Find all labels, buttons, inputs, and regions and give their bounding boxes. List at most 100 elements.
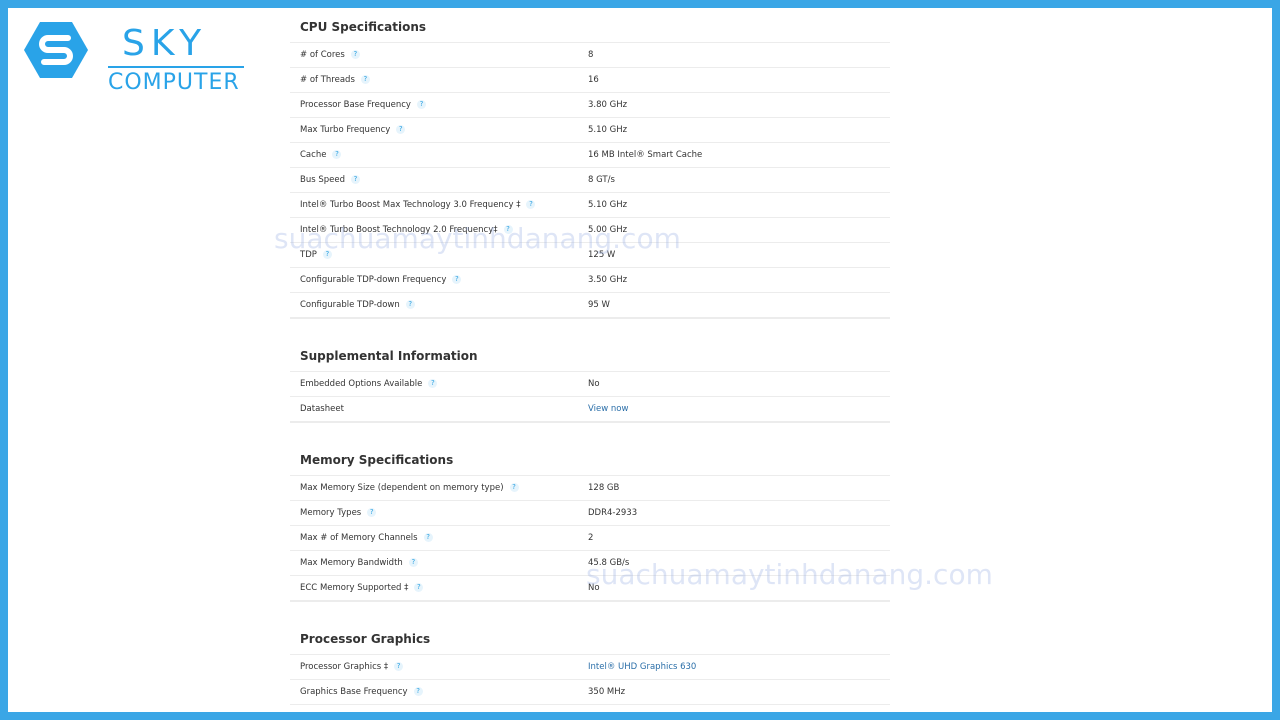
help-icon[interactable]: ? xyxy=(396,125,406,134)
help-icon[interactable]: ? xyxy=(503,225,513,234)
spec-row: Cache? 16 MB Intel® Smart Cache xyxy=(290,142,890,167)
spec-row: TDP? 125 W xyxy=(290,242,890,267)
spec-label: Embedded Options Available? xyxy=(300,379,438,389)
spec-label-text: Embedded Options Available xyxy=(300,379,423,389)
spec-value: 16 MB Intel® Smart Cache xyxy=(588,150,703,160)
help-icon[interactable]: ? xyxy=(322,250,332,259)
spec-row: Max Turbo Frequency? 5.10 GHz xyxy=(290,117,890,142)
spec-row: Max Memory Size (dependent on memory typ… xyxy=(290,475,890,500)
spec-value: 128 GB xyxy=(588,483,620,493)
spec-label: Configurable TDP-down? xyxy=(300,300,415,310)
spec-value: 16 xyxy=(588,75,599,85)
spec-value: No xyxy=(588,379,600,389)
help-icon[interactable]: ? xyxy=(509,483,519,492)
spec-label: Bus Speed? xyxy=(300,175,360,185)
help-icon[interactable]: ? xyxy=(405,300,415,309)
spec-label-text: ECC Memory Supported ‡ xyxy=(300,583,409,593)
logo-word-computer: COMPUTER xyxy=(108,70,240,95)
spec-label: # of Cores? xyxy=(300,50,360,60)
help-icon[interactable]: ? xyxy=(416,100,426,109)
spec-row: Processor Base Frequency? 3.80 GHz xyxy=(290,92,890,117)
spec-value: 125 W xyxy=(588,250,616,260)
spec-value: 350 MHz xyxy=(588,687,626,697)
spec-label-text: TDP xyxy=(300,250,317,260)
spec-label-text: # of Cores xyxy=(300,50,345,60)
spec-label: Max Memory Bandwidth? xyxy=(300,558,418,568)
spec-label-text: Datasheet xyxy=(300,404,344,414)
spec-row: Bus Speed? 8 GT/s xyxy=(290,167,890,192)
spec-value: 8 GT/s xyxy=(588,175,615,185)
spec-value: 2 xyxy=(588,533,594,543)
spec-label: Intel® Turbo Boost Max Technology 3.0 Fr… xyxy=(300,200,536,210)
spec-row: # of Threads? 16 xyxy=(290,67,890,92)
spec-label-text: Intel® Turbo Boost Technology 2.0 Freque… xyxy=(300,225,498,235)
spec-row: Configurable TDP-down? 95 W xyxy=(290,292,890,317)
spec-row: Max # of Memory Channels? 2 xyxy=(290,525,890,550)
spec-row: Configurable TDP-down Frequency? 3.50 GHz xyxy=(290,267,890,292)
spec-value: 45.8 GB/s xyxy=(588,558,630,568)
help-icon[interactable]: ? xyxy=(452,275,462,284)
page-frame: SKY COMPUTER CPU Specifications # of Core… xyxy=(8,8,1272,712)
section-divider xyxy=(290,318,890,337)
spec-row: Datasheet View now xyxy=(290,396,890,421)
spec-label-text: Configurable TDP-down xyxy=(300,300,400,310)
spec-label: Graphics Base Frequency? xyxy=(300,687,423,697)
spec-row: Memory Types? DDR4-2933 xyxy=(290,500,890,525)
spec-label: TDP? xyxy=(300,250,332,260)
spec-label-text: Graphics Base Frequency xyxy=(300,687,408,697)
spec-row: # of Cores? 8 xyxy=(290,42,890,67)
spec-label: Intel® Turbo Boost Technology 2.0 Freque… xyxy=(300,225,513,235)
section-title: Memory Specifications xyxy=(300,453,454,467)
spec-value: 3.50 GHz xyxy=(588,275,628,285)
spec-value: 5.10 GHz xyxy=(588,125,628,135)
help-icon[interactable]: ? xyxy=(414,583,424,592)
help-icon[interactable]: ? xyxy=(428,379,438,388)
spec-row: ECC Memory Supported ‡? No xyxy=(290,575,890,600)
help-icon[interactable]: ? xyxy=(360,75,370,84)
spec-value: Intel® UHD Graphics 630 xyxy=(588,662,697,672)
spec-section: Memory Specifications Max Memory Size (de… xyxy=(290,422,890,601)
spec-label-text: Max # of Memory Channels xyxy=(300,533,418,543)
spec-label: # of Threads? xyxy=(300,75,370,85)
sky-computer-logo: SKY COMPUTER xyxy=(24,20,244,100)
spec-label-text: Max Turbo Frequency xyxy=(300,125,391,135)
spec-label-text: Intel® Turbo Boost Max Technology 3.0 Fr… xyxy=(300,200,521,210)
spec-section: Supplemental Information Embedded Options… xyxy=(290,318,890,422)
spec-row: Intel® Turbo Boost Max Technology 3.0 Fr… xyxy=(290,192,890,217)
spec-label: Cache? xyxy=(300,150,342,160)
spec-label-text: Bus Speed xyxy=(300,175,345,185)
spec-row: Graphics Max Dynamic Frequency?1.20 GHz xyxy=(290,704,890,712)
help-icon[interactable]: ? xyxy=(423,533,433,542)
spec-label-text: Processor Graphics ‡ xyxy=(300,662,389,672)
spec-label: Configurable TDP-down Frequency? xyxy=(300,275,462,285)
spec-label: Max Memory Size (dependent on memory typ… xyxy=(300,483,519,493)
spec-label: Processor Base Frequency? xyxy=(300,100,426,110)
spec-label: Datasheet xyxy=(300,404,344,414)
spec-label-text: Processor Base Frequency xyxy=(300,100,411,110)
spec-label: Memory Types? xyxy=(300,508,377,518)
spec-label-text: Memory Types xyxy=(300,508,362,518)
spec-content: CPU Specifications # of Cores? 8 # of Threa… xyxy=(290,8,890,712)
logo-word-sky: SKY xyxy=(122,23,208,64)
spec-value: 3.80 GHz xyxy=(588,100,628,110)
section-title: Supplemental Information xyxy=(300,349,478,363)
spec-value: 8 xyxy=(588,50,594,60)
datasheet-link[interactable]: View now xyxy=(588,404,628,414)
help-icon[interactable]: ? xyxy=(350,50,360,59)
help-icon[interactable]: ? xyxy=(332,150,342,159)
section-title: CPU Specifications xyxy=(300,20,427,34)
help-icon[interactable]: ? xyxy=(526,200,536,209)
spec-row: Graphics Base Frequency? 350 MHz xyxy=(290,679,890,704)
spec-label: Max # of Memory Channels? xyxy=(300,533,433,543)
spec-label: Max Turbo Frequency? xyxy=(300,125,406,135)
spec-label: ECC Memory Supported ‡? xyxy=(300,583,424,593)
spec-section: CPU Specifications # of Cores? 8 # of Threa… xyxy=(290,8,890,318)
help-icon[interactable]: ? xyxy=(413,687,423,696)
help-icon[interactable]: ? xyxy=(351,175,360,184)
spec-value: DDR4-2933 xyxy=(588,508,638,518)
spec-label-text: Max Memory Size (dependent on memory typ… xyxy=(300,483,504,493)
help-icon[interactable]: ? xyxy=(408,558,418,567)
spec-value: 95 W xyxy=(588,300,610,310)
help-icon[interactable]: ? xyxy=(367,508,377,517)
help-icon[interactable]: ? xyxy=(394,662,404,671)
